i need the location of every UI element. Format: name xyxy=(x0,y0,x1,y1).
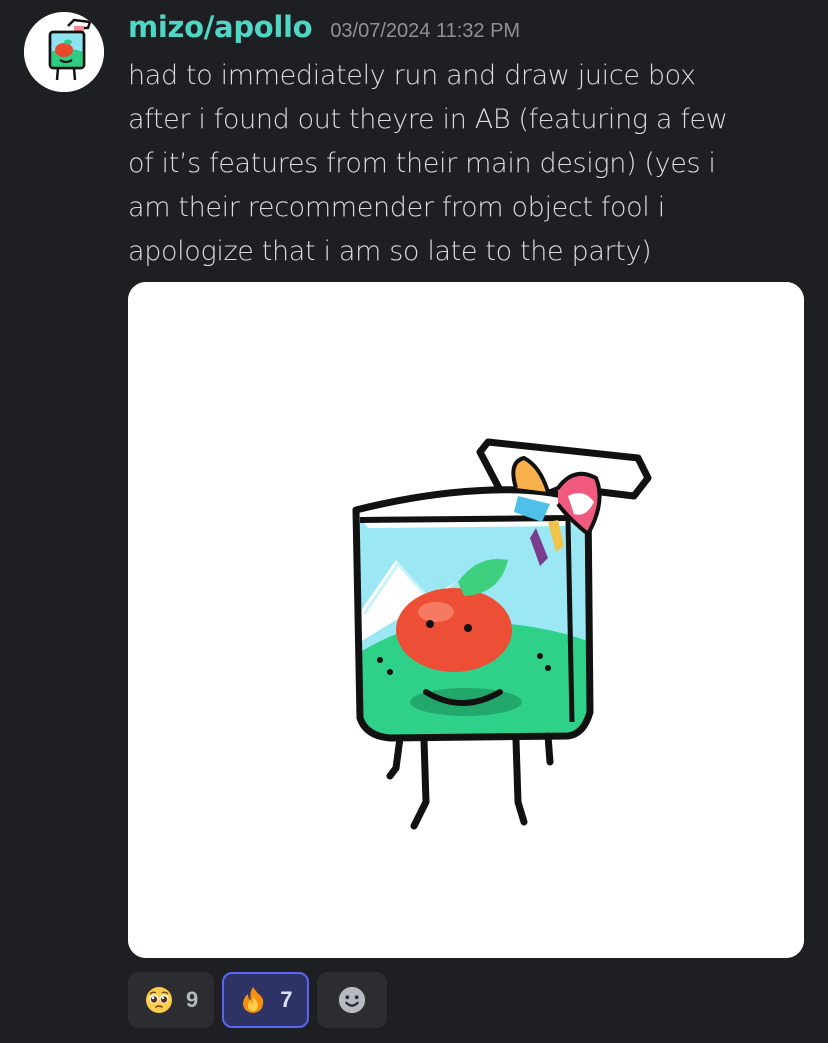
reaction-fire[interactable]: 7 xyxy=(222,972,309,1028)
reaction-count: 7 xyxy=(280,987,293,1012)
add-reaction-button[interactable] xyxy=(316,972,387,1028)
message-line: after i found out theyre in AB (featurin… xyxy=(128,104,728,135)
juice-box-drawing-image xyxy=(128,282,804,958)
message-header: mizo/apollo 03/07/2024 11:32 PM xyxy=(128,10,520,50)
user-avatar[interactable] xyxy=(24,12,104,92)
fire-emoji-icon xyxy=(238,985,268,1015)
chat-message: mizo/apollo 03/07/2024 11:32 PM had to i… xyxy=(0,0,828,1043)
juice-box-avatar-icon xyxy=(24,12,104,92)
reaction-count: 9 xyxy=(186,987,199,1012)
reaction-pleading-face[interactable]: 9 xyxy=(128,972,215,1028)
reaction-bar: 9 7 xyxy=(128,972,387,1028)
message-line: apologize that i am so late to the party… xyxy=(128,236,652,267)
message-line: of it’s features from their main design)… xyxy=(128,148,716,179)
username[interactable]: mizo/apollo xyxy=(128,10,313,44)
message-timestamp[interactable]: 03/07/2024 11:32 PM xyxy=(330,20,520,43)
message-line: am their recommender from object fool i xyxy=(128,192,665,223)
message-content: had to immediately run and draw juice bo… xyxy=(128,54,808,274)
image-attachment[interactable] xyxy=(128,282,804,958)
add-reaction-smiley-icon xyxy=(337,985,367,1015)
pleading-face-emoji-icon xyxy=(144,985,174,1015)
message-line: had to immediately run and draw juice bo… xyxy=(128,60,696,91)
